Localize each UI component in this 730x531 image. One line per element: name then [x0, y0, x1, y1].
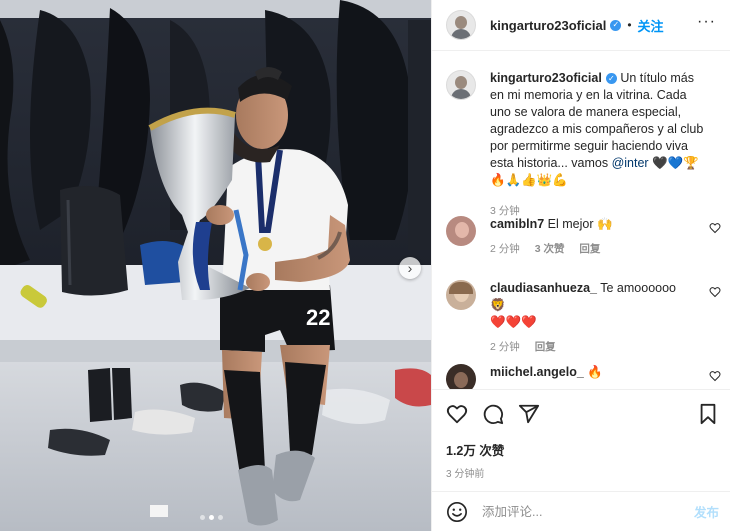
follow-button[interactable]: 关注	[638, 16, 664, 35]
emoji-icon[interactable]	[446, 501, 468, 523]
comment-text: El mejor 🙌	[544, 217, 613, 231]
reply-button[interactable]: 回复	[535, 341, 556, 353]
add-comment-bar: 发布	[432, 491, 730, 531]
header-username[interactable]: kingarturo23oficial	[490, 18, 606, 33]
locker-room-image: 22	[0, 0, 431, 531]
verified-icon: ✓	[605, 73, 617, 85]
comment-input[interactable]	[482, 504, 662, 519]
save-icon[interactable]	[697, 403, 719, 425]
comment-text: 🔥	[583, 365, 603, 379]
comment-username[interactable]: camibln7	[490, 217, 544, 231]
comment-likes[interactable]: 3 次赞	[535, 243, 565, 255]
comment-time: 2 分钟	[490, 341, 520, 353]
heart-icon[interactable]	[709, 370, 721, 382]
avatar[interactable]	[446, 364, 476, 389]
jersey-number: 22	[306, 305, 330, 330]
post-actions: 1.2万 次赞 3 分钟前	[432, 389, 730, 480]
list-item: miichel.angelo_ 🔥	[446, 364, 721, 389]
separator: •	[627, 18, 632, 32]
comment-text-line2: ❤️❤️❤️	[490, 315, 537, 329]
reply-button[interactable]: 回复	[579, 243, 600, 255]
carousel-dot	[218, 515, 223, 520]
post-caption: kingarturo23oficial ✓ Un título más en mi…	[432, 52, 730, 220]
carousel-dot-active	[209, 515, 214, 520]
heart-icon[interactable]	[446, 403, 468, 425]
heart-icon[interactable]	[709, 222, 721, 234]
verified-icon: ✓	[610, 19, 622, 31]
comment-time: 2 分钟	[490, 243, 520, 255]
slider-next-icon[interactable]: ›	[399, 257, 421, 279]
comments-list[interactable]: kingarturo23oficial ✓ Un título más en mi…	[432, 52, 730, 389]
more-icon[interactable]: ···	[697, 14, 716, 30]
share-icon[interactable]	[518, 403, 540, 425]
list-item: camibln7 El mejor 🙌 2 分钟 3 次赞 回复	[446, 216, 721, 258]
heart-icon[interactable]	[709, 286, 721, 298]
post-comment-button[interactable]: 发布	[694, 502, 719, 521]
post-timestamp: 3 分钟前	[446, 469, 485, 480]
carousel-dot	[200, 515, 205, 520]
avatar[interactable]	[446, 216, 476, 246]
likes-count[interactable]: 1.2万 次赞	[446, 440, 719, 459]
list-item: claudiasanhueza_ Te amoooooo 🦁 ❤️❤️❤️ 2 …	[446, 280, 721, 356]
post-side-panel: kingarturo23oficial ✓ • 关注 ··· kingartur…	[431, 0, 730, 531]
comment-username[interactable]: miichel.angelo_	[490, 365, 584, 379]
avatar[interactable]	[446, 280, 476, 310]
post-photo[interactable]: 22 ›	[0, 0, 431, 531]
caption-username[interactable]: kingarturo23oficial	[490, 71, 602, 85]
avatar[interactable]	[446, 10, 476, 40]
comment-username[interactable]: claudiasanhueza_	[490, 281, 597, 295]
caption-avatar[interactable]	[446, 70, 476, 100]
comment-icon[interactable]	[482, 403, 504, 425]
carousel-dots	[200, 515, 223, 520]
mention-link[interactable]: @inter	[612, 156, 649, 170]
post-header: kingarturo23oficial ✓ • 关注 ···	[432, 0, 730, 51]
